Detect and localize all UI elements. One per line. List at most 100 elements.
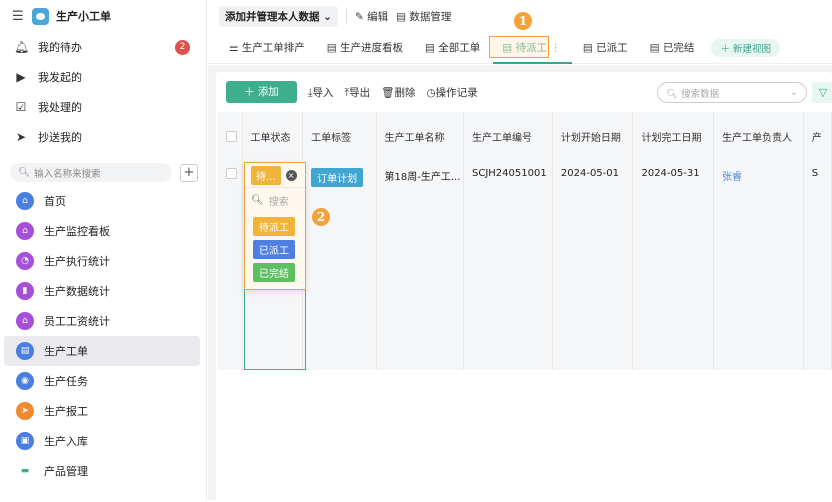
export-button[interactable]: ⤒导出 bbox=[345, 85, 371, 100]
tab-label: 生产进度看板 bbox=[340, 41, 404, 54]
column-header[interactable]: 生产工单名称 bbox=[376, 112, 464, 160]
data-search-input[interactable]: 🔍︎ 搜索数据 ⌄ bbox=[657, 82, 807, 103]
trash-icon: 🗑︎ bbox=[381, 86, 395, 99]
status-option[interactable]: 待派工 bbox=[253, 217, 295, 236]
tab[interactable]: ▤ 待派工 ⋮ bbox=[489, 32, 572, 64]
tab[interactable]: ▤ 已完结 bbox=[639, 32, 706, 64]
tab-label: 全部工单 bbox=[438, 41, 481, 54]
data-table: 工单状态 工单标签 生产工单名称 生产工单编号 计划开始日期 计划完工日期 生产… bbox=[218, 112, 832, 370]
search-icon: 🔍︎ bbox=[666, 88, 679, 100]
next-cell: S bbox=[803, 160, 832, 370]
delete-label: 删除 bbox=[394, 86, 416, 99]
search-icon: 🔍︎ bbox=[18, 167, 31, 178]
app-logo-icon bbox=[32, 7, 49, 25]
table-icon: ▤ bbox=[396, 10, 407, 23]
chevron-down-icon: ⌄ bbox=[323, 10, 332, 23]
new-view-button[interactable]: ＋ 新建视图 bbox=[711, 38, 780, 57]
column-header[interactable]: 生产工单负责人 bbox=[713, 112, 804, 160]
nav-label: 抄送我的 bbox=[38, 131, 82, 144]
status-option[interactable]: 已派工 bbox=[253, 240, 295, 259]
target-icon: ◉ bbox=[16, 372, 34, 390]
nav-handled[interactable]: ☑ 我处理的 bbox=[0, 92, 206, 122]
dropdown-label: 添加并管理本人数据 bbox=[225, 10, 320, 23]
filter-button[interactable]: ▽ bbox=[812, 82, 832, 103]
home-icon: ⌂ bbox=[16, 222, 34, 240]
sidebar-item[interactable]: ⌂ 首页 bbox=[4, 186, 200, 216]
sidebar-item[interactable]: ▤ 生产工单 bbox=[4, 336, 200, 366]
tab[interactable]: ▤ 全部工单 bbox=[414, 32, 491, 64]
nav-my-todo[interactable]: 🔔︎ 我的待办 2 bbox=[0, 32, 206, 62]
clock-icon: ◷ bbox=[426, 86, 436, 99]
sidebar-item-label: 生产入库 bbox=[44, 435, 88, 448]
log-label: 操作记录 bbox=[435, 86, 478, 99]
name-cell: 第18周-生产工... bbox=[376, 160, 464, 370]
highlight-box bbox=[489, 35, 550, 58]
owner-link[interactable]: 张睿 bbox=[722, 172, 742, 183]
sidebar-item[interactable]: ◔ 生产执行统计 bbox=[4, 246, 200, 276]
add-item-button[interactable]: + bbox=[180, 163, 198, 182]
sidebar-item[interactable]: ▮ 生产数据统计 bbox=[4, 276, 200, 306]
nav-initiated[interactable]: ▶ 我发起的 bbox=[0, 62, 206, 92]
sidebar-item-label: 生产执行统计 bbox=[44, 255, 110, 268]
column-header[interactable]: 工单标签 bbox=[302, 112, 377, 160]
table-icon: ▤ bbox=[326, 41, 337, 54]
more-icon[interactable]: ⋮ bbox=[550, 42, 561, 54]
column-header[interactable]: 计划完工日期 bbox=[632, 112, 715, 160]
select-all-checkbox[interactable] bbox=[226, 130, 237, 142]
tag-badge: 订单计划 bbox=[311, 168, 364, 187]
row-checkbox[interactable] bbox=[226, 168, 237, 179]
add-label: 添加 bbox=[257, 86, 279, 98]
status-option[interactable]: 已完结 bbox=[253, 263, 295, 282]
sidebar-item-label: 生产数据统计 bbox=[44, 285, 110, 298]
count-badge: 2 bbox=[175, 39, 190, 55]
play-icon: ▶ bbox=[16, 70, 26, 84]
export-label: 导出 bbox=[349, 86, 371, 99]
sidebar-item-label: 员工工资统计 bbox=[44, 315, 110, 328]
send-icon: ➤ bbox=[15, 130, 27, 144]
delete-button[interactable]: 🗑︎删除 bbox=[381, 85, 415, 100]
sidebar-item[interactable]: ◉ 生产任务 bbox=[4, 366, 200, 396]
column-header[interactable]: 计划开始日期 bbox=[552, 112, 634, 160]
table-row[interactable]: 订单计划 第18周-生产工... SCJH24051001 2024-05-01… bbox=[218, 160, 832, 370]
send-icon: ➤ bbox=[16, 402, 34, 420]
edit-button[interactable]: ✎ 编辑 bbox=[355, 9, 388, 24]
import-label: 导入 bbox=[312, 86, 334, 99]
sidebar-item-label: 首页 bbox=[44, 195, 66, 208]
sidebar-item[interactable]: ⌂ 员工工资统计 bbox=[4, 306, 200, 336]
data-scope-dropdown[interactable]: 添加并管理本人数据 ⌄ bbox=[219, 5, 338, 27]
column-header[interactable]: 产 bbox=[803, 112, 832, 160]
schedule-icon: ⚌ bbox=[229, 41, 239, 54]
edit-label: 编辑 bbox=[367, 10, 389, 23]
column-header[interactable]: 工单状态 bbox=[242, 112, 304, 160]
sidebar-search-input[interactable]: 🔍︎ 输入名称来搜索 bbox=[10, 163, 172, 182]
log-button[interactable]: ◷操作记录 bbox=[427, 85, 478, 100]
inbox-check-icon: ☑ bbox=[15, 100, 27, 114]
sidebar-item[interactable]: ⌂ 生产监控看板 bbox=[4, 216, 200, 246]
import-button[interactable]: ⤓导入 bbox=[308, 85, 334, 100]
chevron-down-icon: ⌄ bbox=[790, 87, 798, 98]
data-manage-button[interactable]: ▤ 数据管理 bbox=[396, 9, 451, 24]
data-manage-label: 数据管理 bbox=[409, 10, 452, 23]
tab[interactable]: ⚌ 生产工单排产 bbox=[218, 32, 316, 64]
clear-icon[interactable]: × bbox=[285, 169, 297, 181]
pie-icon: ◔ bbox=[16, 252, 34, 270]
tab[interactable]: ▤ 已派工 bbox=[572, 32, 639, 64]
menu-icon[interactable]: ☰ bbox=[12, 9, 24, 24]
sidebar-item-label: 生产任务 bbox=[44, 375, 88, 388]
tab[interactable]: ▤ 生产进度看板 bbox=[316, 32, 414, 64]
sidebar-item[interactable]: ▣ 生产入库 bbox=[4, 426, 200, 456]
sidebar-item[interactable]: ▬ 产品管理 bbox=[4, 456, 200, 486]
table-icon: ▤ bbox=[582, 41, 593, 54]
step-marker: 1 bbox=[514, 12, 532, 30]
status-search-input[interactable]: 🔍︎ 搜索 bbox=[245, 187, 305, 213]
sidebar-item[interactable]: ➤ 生产报工 bbox=[4, 396, 200, 426]
search-placeholder: 搜索数据 bbox=[681, 88, 720, 100]
table-icon: ▤ bbox=[649, 41, 660, 54]
add-button[interactable]: ＋ 添加 bbox=[226, 81, 297, 103]
tab-label: 已完结 bbox=[662, 41, 695, 54]
nav-cc[interactable]: ➤ 抄送我的 bbox=[0, 122, 206, 152]
column-header[interactable]: 生产工单编号 bbox=[463, 112, 553, 160]
search-placeholder: 搜索 bbox=[268, 197, 289, 208]
home-icon: ⌂ bbox=[16, 192, 34, 210]
bar-chart-icon: ▮ bbox=[16, 282, 34, 300]
